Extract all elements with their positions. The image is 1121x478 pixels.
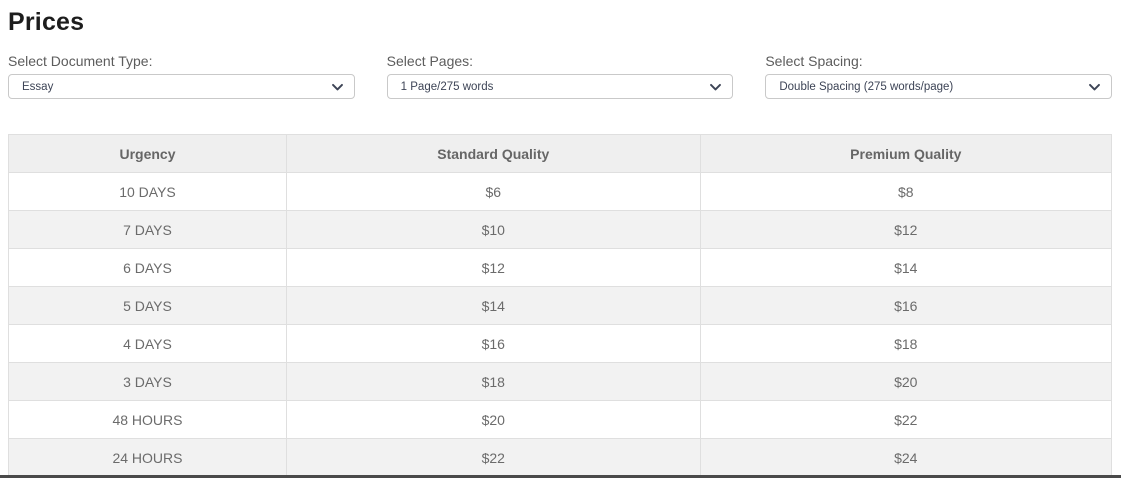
premium-quality-cell: $12	[699, 210, 1113, 249]
premium-quality-cell: $8	[699, 172, 1113, 211]
filter-document-type: Select Document Type: Essay	[8, 53, 355, 99]
table-row: 10 DAYS $6 $8	[8, 172, 1113, 211]
table-row: 48 HOURS $20 $22	[8, 400, 1113, 439]
table-row: 6 DAYS $12 $14	[8, 248, 1113, 287]
premium-quality-cell: $14	[699, 248, 1113, 287]
pages-label: Select Pages:	[386, 53, 474, 69]
table-row: 24 HOURS $22 $24	[8, 438, 1113, 477]
standard-quality-cell: $14	[285, 286, 701, 325]
price-table-body: 10 DAYS $6 $8 7 DAYS $10 $12 6 DAYS $12 $14 5 DAY…	[8, 172, 1113, 477]
table-header-row: Urgency Standard Quality Premium Quality	[8, 134, 1113, 173]
standard-quality-cell: $18	[285, 362, 701, 401]
premium-quality-cell: $24	[699, 438, 1113, 477]
urgency-cell: 3 DAYS	[8, 362, 287, 401]
spacing-select[interactable]: Double Spacing (275 words/page)	[765, 74, 1113, 99]
urgency-cell: 24 HOURS	[8, 438, 287, 477]
filters-row: Select Document Type: Essay Select Pages…	[8, 53, 1113, 99]
prices-page: Prices Select Document Type: Essay Selec…	[0, 0, 1121, 477]
filter-pages: Select Pages: 1 Page/275 words	[386, 53, 734, 99]
table-row: 3 DAYS $18 $20	[8, 362, 1113, 401]
premium-quality-header-cell: Premium Quality	[699, 134, 1113, 173]
pages-select[interactable]: 1 Page/275 words	[386, 74, 734, 99]
premium-quality-cell: $18	[699, 324, 1113, 363]
filter-spacing: Select Spacing: Double Spacing (275 word…	[765, 53, 1113, 99]
page-title: Prices	[8, 8, 85, 36]
urgency-cell: 48 HOURS	[8, 400, 287, 439]
standard-quality-header-cell: Standard Quality	[285, 134, 701, 173]
urgency-cell: 10 DAYS	[8, 172, 287, 211]
urgency-cell: 5 DAYS	[8, 286, 287, 325]
urgency-cell: 6 DAYS	[8, 248, 287, 287]
standard-quality-cell: $12	[285, 248, 701, 287]
table-row: 4 DAYS $16 $18	[8, 324, 1113, 363]
urgency-header-cell: Urgency	[8, 134, 287, 173]
spacing-label: Select Spacing:	[765, 53, 863, 69]
document-type-select[interactable]: Essay	[8, 74, 355, 99]
standard-quality-cell: $6	[285, 172, 701, 211]
prices-table-head: Urgency Standard Quality Premium Quality	[8, 134, 1113, 173]
urgency-cell: 4 DAYS	[8, 324, 287, 363]
document-type-label: Select Document Type:	[8, 53, 153, 69]
standard-quality-cell: $20	[285, 400, 701, 439]
table-row: 7 DAYS $10 $12	[8, 210, 1113, 249]
standard-quality-cell: $16	[285, 324, 701, 363]
premium-quality-cell: $22	[699, 400, 1113, 439]
table-row: 5 DAYS $14 $16	[8, 286, 1113, 325]
standard-quality-cell: $10	[285, 210, 701, 249]
premium-quality-cell: $20	[699, 362, 1113, 401]
urgency-cell: 7 DAYS	[8, 210, 287, 249]
premium-quality-cell: $16	[699, 286, 1113, 325]
prices-table: Urgency Standard Quality Premium Quality…	[8, 134, 1113, 477]
standard-quality-cell: $22	[285, 438, 701, 477]
